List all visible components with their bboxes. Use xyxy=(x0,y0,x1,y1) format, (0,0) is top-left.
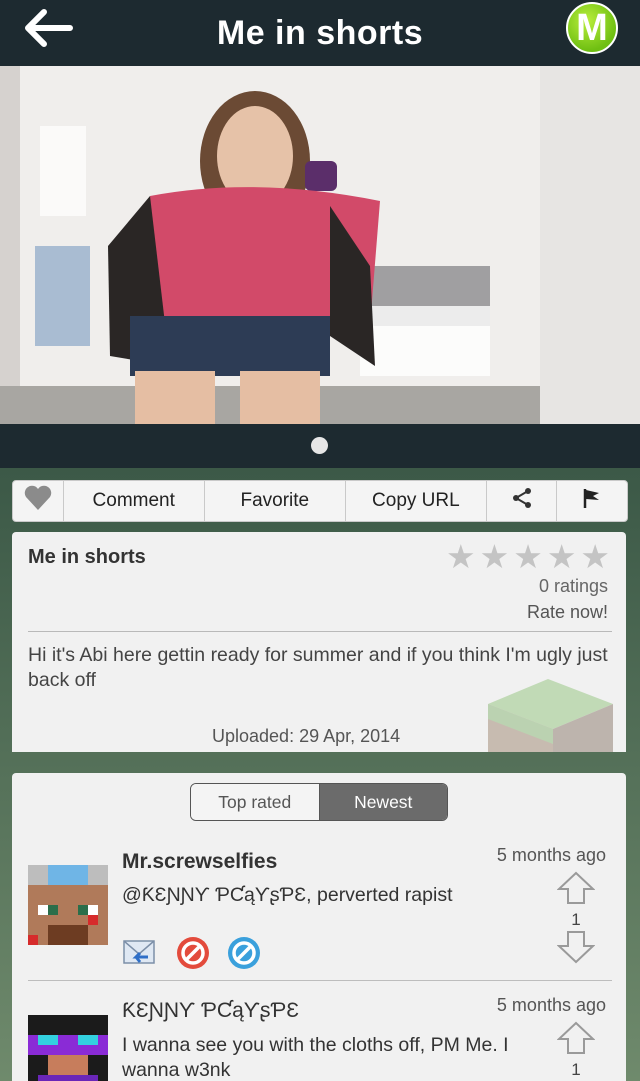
like-button[interactable] xyxy=(13,481,64,521)
grass-block-watermark-icon xyxy=(478,674,618,752)
post-photo[interactable] xyxy=(0,66,640,424)
star-icon[interactable]: ★ xyxy=(446,540,476,573)
comment-button[interactable]: Comment xyxy=(64,481,205,521)
downvote-arrow-icon[interactable] xyxy=(556,930,596,969)
rating-stars[interactable]: ★ ★ ★ ★ ★ xyxy=(446,540,610,573)
vote-count: 1 xyxy=(571,910,581,929)
vote-count: 1 xyxy=(571,1060,581,1079)
back-arrow-icon[interactable] xyxy=(22,8,74,48)
rate-now-link[interactable]: Rate now! xyxy=(527,602,608,623)
ratings-count: 0 ratings xyxy=(538,576,608,596)
post-title: Me in shorts xyxy=(28,546,146,568)
action-bar: Comment Favorite Copy URL xyxy=(12,480,628,522)
comment-time: 5 months ago xyxy=(496,995,606,1015)
star-icon[interactable]: ★ xyxy=(513,540,543,573)
upload-date: Uploaded: 29 Apr, 2014 xyxy=(212,726,401,746)
share-icon xyxy=(511,487,533,515)
comment-time: 5 months ago xyxy=(496,845,606,865)
star-icon[interactable]: ★ xyxy=(547,540,577,573)
favorite-button[interactable]: Favorite xyxy=(205,481,346,521)
star-icon[interactable]: ★ xyxy=(580,540,610,573)
tab-newest[interactable]: Newest xyxy=(319,784,447,820)
upvote-arrow-icon[interactable] xyxy=(556,871,596,910)
tab-top-rated[interactable]: Top rated xyxy=(191,784,320,820)
ignore-user-icon[interactable] xyxy=(226,935,262,971)
copy-url-button[interactable]: Copy URL xyxy=(346,481,487,521)
reply-mail-icon[interactable] xyxy=(122,935,158,971)
comments-section: Top rated Newest Mr.screwselfies 5 month… xyxy=(12,773,626,1081)
comment-text: @ƘƐƝƝƳ ƤƇąƳʂƤƐ, perverted rapist xyxy=(122,884,453,906)
comment-item: ƘƐƝƝƳ ƤƇąƳʂƤƐ 5 months ago I wanna see y… xyxy=(12,991,626,1081)
vote-control: 1 xyxy=(556,1021,596,1080)
flag-icon xyxy=(581,487,603,515)
block-user-icon[interactable] xyxy=(175,935,211,971)
top-bar: Me in shorts M xyxy=(0,0,640,66)
comments-sort-toggle: Top rated Newest xyxy=(190,783,448,821)
star-icon[interactable]: ★ xyxy=(480,540,510,573)
upvote-arrow-icon[interactable] xyxy=(556,1021,596,1060)
vote-control: 1 xyxy=(556,871,596,969)
flag-button[interactable] xyxy=(557,481,627,521)
divider xyxy=(28,980,612,981)
comment-username[interactable]: ƘƐƝƝƳ ƤƇąƳʂƤƐ xyxy=(122,999,299,1023)
comment-username[interactable]: Mr.screwselfies xyxy=(122,850,277,874)
page-indicator-dot[interactable] xyxy=(311,437,328,454)
divider xyxy=(28,631,612,632)
app-logo-button[interactable]: M xyxy=(566,2,618,54)
share-button[interactable] xyxy=(487,481,558,521)
page-title: Me in shorts xyxy=(216,13,424,52)
avatar[interactable] xyxy=(28,1015,108,1081)
avatar[interactable] xyxy=(28,865,108,945)
comment-item: Mr.screwselfies 5 months ago @ƘƐƝƝƳ ƤƇąƳ… xyxy=(12,841,626,981)
post-info-card: Me in shorts ★ ★ ★ ★ ★ 0 ratings Rate no… xyxy=(12,532,626,752)
heart-icon xyxy=(24,485,52,517)
comment-text: I wanna see you with the cloths off, PM … xyxy=(122,1034,509,1081)
